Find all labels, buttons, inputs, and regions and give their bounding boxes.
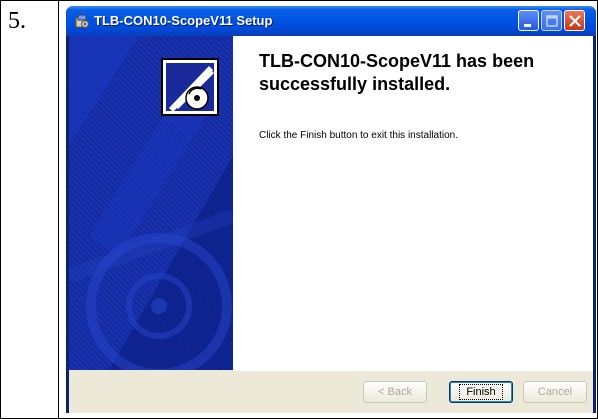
cancel-button[interactable]: Cancel (523, 381, 587, 403)
wizard-content: TLB-CON10-ScopeV11 has been successfully… (233, 36, 593, 370)
button-bar: < Back Finish Cancel (233, 370, 593, 413)
completion-heading: TLB-CON10-ScopeV11 has been successfully… (259, 51, 535, 94)
installer-banner (69, 36, 233, 370)
finish-button-label: Finish (459, 384, 503, 400)
maximize-icon (546, 15, 558, 27)
window-title: TLB-CON10-ScopeV11 Setup (94, 13, 273, 28)
installer-logo-icon (161, 58, 219, 116)
cancel-button-label: Cancel (537, 386, 573, 398)
close-button[interactable] (564, 10, 585, 31)
minimize-icon (524, 24, 531, 27)
title-bar[interactable]: TLB-CON10-ScopeV11 Setup (66, 6, 596, 36)
back-button-label: < Back (378, 386, 412, 398)
setup-window: TLB-CON10-ScopeV11 Setup TLB-CON10-Scope… (66, 6, 596, 413)
table-divider (58, 0, 59, 419)
back-button[interactable]: < Back (363, 381, 427, 403)
maximize-button[interactable] (541, 10, 562, 31)
minimize-button[interactable] (518, 10, 539, 31)
completion-message: Click the Finish button to exit this ins… (259, 130, 458, 141)
window-client-area: TLB-CON10-ScopeV11 has been successfully… (69, 36, 593, 413)
installer-icon[interactable] (74, 13, 90, 29)
close-icon (569, 15, 581, 27)
finish-button[interactable]: Finish (449, 381, 513, 403)
step-number: 5. (8, 8, 26, 34)
